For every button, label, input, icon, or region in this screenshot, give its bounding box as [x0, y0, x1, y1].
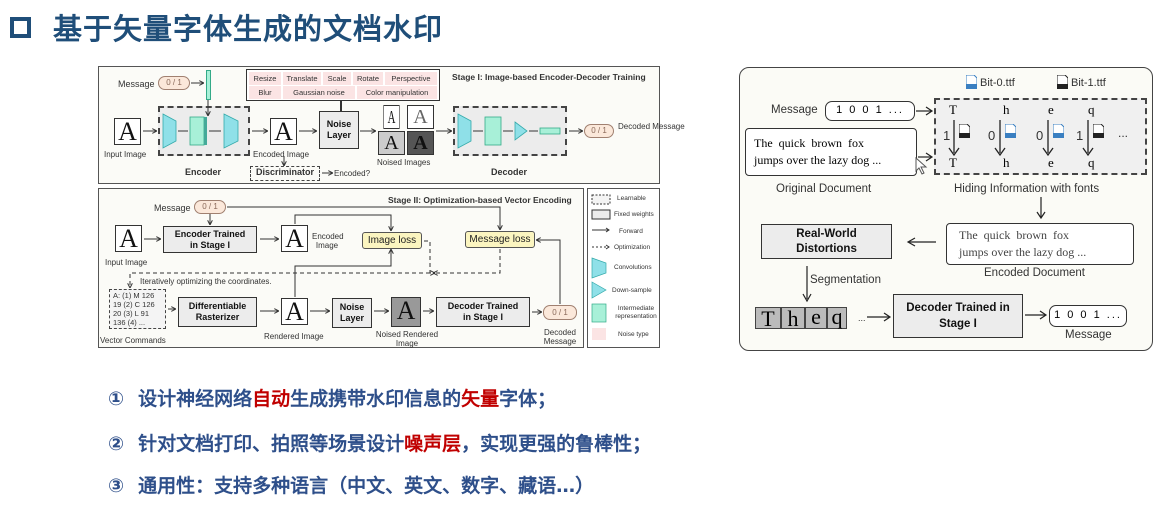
stage2-arrows	[0, 206, 561, 350]
bullet-3-text: 通用性：支持多种语言（中文、英文、数字、藏语…）	[138, 475, 595, 497]
legend-pink-box-icon	[592, 328, 606, 340]
bullet-1-text-3: 字体；	[499, 388, 557, 410]
bullet-1-text: 设计神经网络	[138, 388, 253, 410]
legend-label-noise: Noise type	[618, 331, 649, 338]
legend-label-learnable: Learnable	[617, 195, 646, 202]
bullet-1-highlight-auto: 自动	[252, 388, 291, 410]
bullet-2-text-2: ，实现更强的鲁棒性；	[461, 433, 652, 455]
legend-icons	[591, 194, 611, 340]
bullet-2: ② 针对文档打印、拍照等场景设计噪声层，实现更强的鲁棒性；	[108, 429, 651, 456]
bullet-2-number: ②	[108, 433, 125, 455]
legend-dashed-box-icon	[591, 194, 611, 205]
right-arrows	[802, 106, 1048, 322]
legend-label-fixed: Fixed weights	[614, 211, 654, 218]
legend-green-box-icon	[591, 303, 607, 323]
bullet-2-text: 针对文档打印、拍照等场景设计	[138, 433, 405, 455]
bullet-1: ① 设计神经网络自动生成携带水印信息的矢量字体；	[108, 384, 556, 411]
bullet-1-number: ①	[108, 388, 125, 410]
legend-triangle-icon	[591, 281, 607, 299]
bullet-3: ③ 通用性：支持多种语言（中文、英文、数字、藏语…）	[108, 471, 594, 498]
legend-label-forward: Forward	[619, 228, 643, 235]
legend-label-intermediate: Intermediate representation	[615, 305, 657, 320]
bullet-2-highlight-noise: 噪声层	[404, 433, 462, 455]
legend-trapezoid-icon	[591, 257, 607, 279]
bullet-3-number: ③	[108, 475, 125, 497]
bullet-1-highlight-vector: 矢量	[461, 388, 500, 410]
bullet-1-text-2: 生成携带水印信息的	[290, 388, 462, 410]
legend-solid-box-icon	[591, 209, 611, 220]
legend-label-optimization: Optimization	[614, 244, 651, 251]
legend-label-downsample: Down-sample	[612, 287, 652, 294]
legend-label-convolutions: Convolutions	[614, 264, 652, 271]
